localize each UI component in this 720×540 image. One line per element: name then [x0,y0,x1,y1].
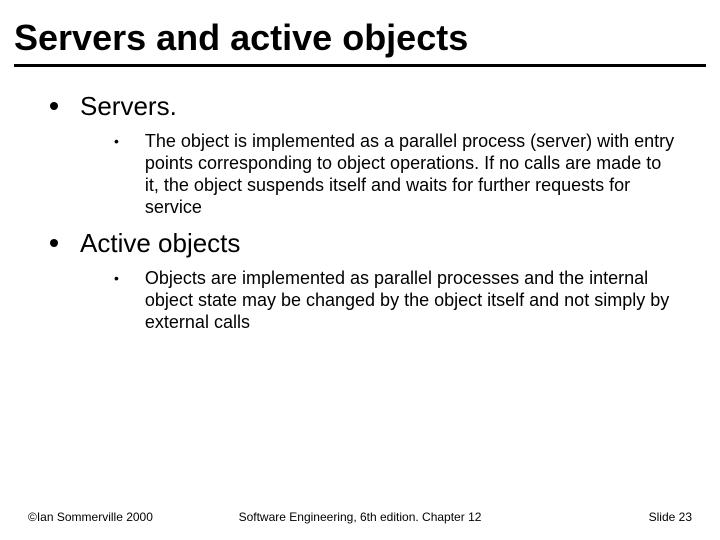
title-block: Servers and active objects [0,0,720,67]
bullet-dash-icon: • [114,267,119,289]
bullet-dot-icon [50,239,58,247]
list-item: Servers. [50,91,680,122]
list-item-heading: Servers. [80,91,177,122]
list-item: Active objects [50,228,680,259]
footer-chapter: Software Engineering, 6th edition. Chapt… [239,510,482,524]
footer-copyright: ©Ian Sommerville 2000 [28,510,153,524]
slide: Servers and active objects Servers. • Th… [0,0,720,540]
bullet-dot-icon [50,102,58,110]
footer: ©Ian Sommerville 2000 Software Engineeri… [0,510,720,524]
footer-slide-number: Slide 23 [649,510,692,524]
slide-title: Servers and active objects [14,18,706,58]
list-subitem-text: Objects are implemented as parallel proc… [145,267,680,333]
bullet-dash-icon: • [114,130,119,152]
list-subitem: • The object is implemented as a paralle… [114,130,680,218]
content-area: Servers. • The object is implemented as … [0,67,720,333]
list-item-heading: Active objects [80,228,240,259]
list-subitem: • Objects are implemented as parallel pr… [114,267,680,333]
list-subitem-text: The object is implemented as a parallel … [145,130,680,218]
